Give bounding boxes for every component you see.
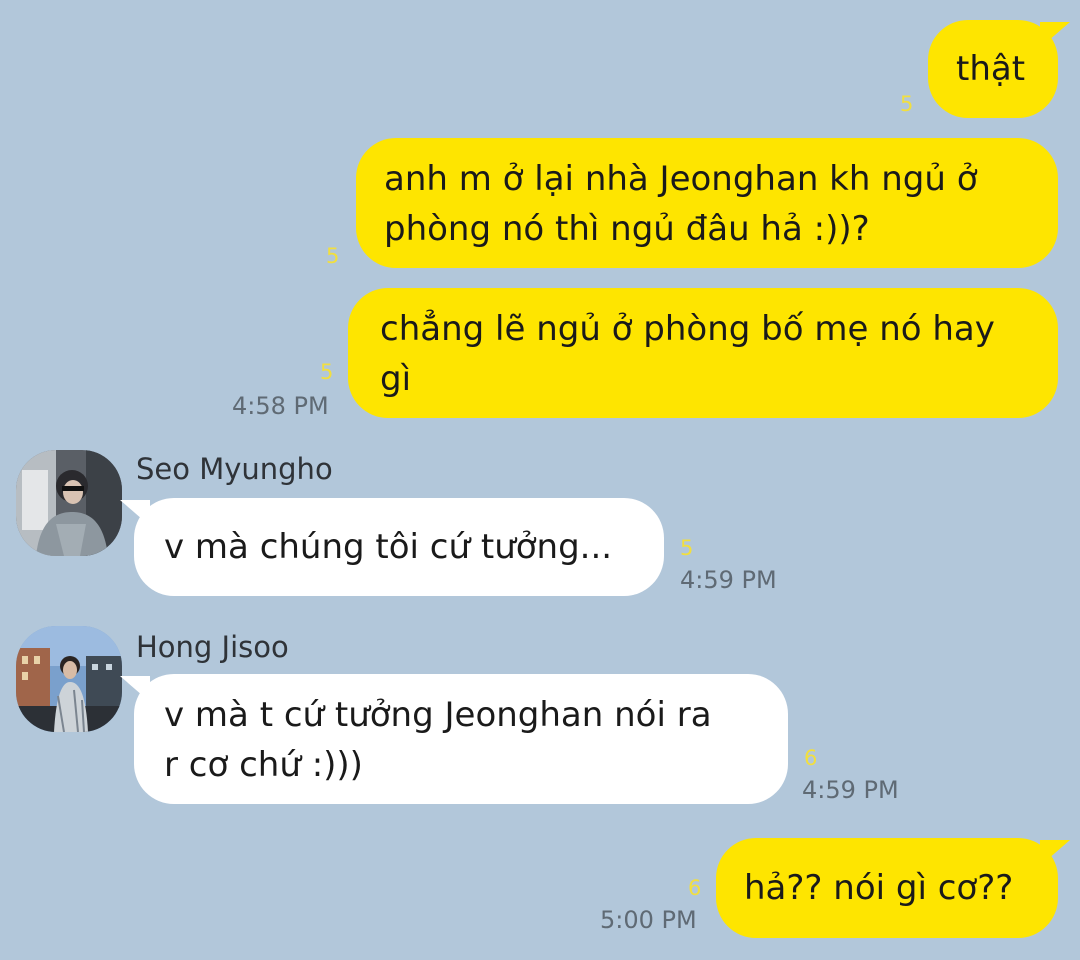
message-timestamp: 4:58 PM bbox=[232, 392, 329, 420]
message-text: gì bbox=[380, 359, 412, 399]
profile-avatar[interactable] bbox=[16, 450, 122, 556]
unread-count: 6 bbox=[688, 876, 702, 900]
message-text: hả?? nói gì cơ?? bbox=[744, 868, 1014, 908]
person-photo-avatar-icon bbox=[16, 450, 122, 556]
sender-name: Hong Jisoo bbox=[136, 630, 289, 664]
message-text: phòng nó thì ngủ đâu hả :))? bbox=[384, 209, 870, 249]
message-text: chẳng lẽ ngủ ở phòng bố mẹ nó hay bbox=[380, 309, 995, 349]
my-message-bubble[interactable]: thật bbox=[928, 20, 1058, 118]
my-message-bubble[interactable]: anh m ở lại nhà Jeonghan kh ngủ ở phòng … bbox=[356, 138, 1058, 268]
unread-count: 5 bbox=[326, 244, 340, 268]
my-message-bubble[interactable]: hả?? nói gì cơ?? bbox=[716, 838, 1058, 938]
sender-name: Seo Myungho bbox=[136, 452, 333, 486]
my-message-bubble[interactable]: chẳng lẽ ngủ ở phòng bố mẹ nó hay gì bbox=[348, 288, 1058, 418]
city-person-photo-avatar-icon bbox=[16, 626, 122, 732]
message-timestamp: 4:59 PM bbox=[802, 776, 899, 804]
unread-count: 5 bbox=[320, 360, 334, 384]
message-text: r cơ chứ :))) bbox=[164, 745, 363, 785]
unread-count: 6 bbox=[804, 746, 818, 770]
message-text: v mà t cứ tưởng Jeonghan nói ra bbox=[164, 695, 712, 735]
unread-count: 5 bbox=[680, 536, 694, 560]
message-timestamp: 5:00 PM bbox=[600, 906, 697, 934]
their-message-bubble[interactable]: v mà t cứ tưởng Jeonghan nói ra r cơ chứ… bbox=[134, 674, 788, 804]
message-text: anh m ở lại nhà Jeonghan kh ngủ ở bbox=[384, 159, 978, 199]
unread-count: 5 bbox=[900, 92, 914, 116]
message-text: thật bbox=[956, 49, 1026, 89]
message-text: v mà chúng tôi cứ tưởng... bbox=[164, 527, 613, 567]
profile-avatar[interactable] bbox=[16, 626, 122, 732]
their-message-bubble[interactable]: v mà chúng tôi cứ tưởng... bbox=[134, 498, 664, 596]
message-timestamp: 4:59 PM bbox=[680, 566, 777, 594]
